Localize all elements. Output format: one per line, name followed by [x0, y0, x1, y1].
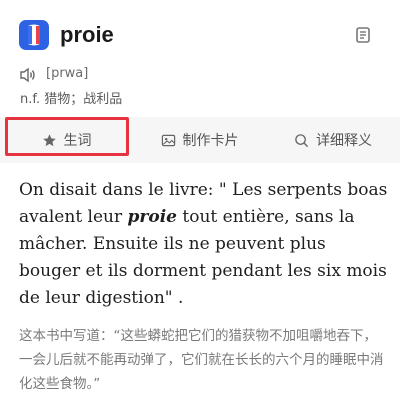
- tab-make-card-label: 制作卡片: [182, 133, 239, 149]
- example-translation: 这本书中写道：“这些蟒蛇把它们的猎获物不加咀嚼地吞下，一会儿后就不能再动弹了，它…: [19, 328, 384, 392]
- tab-detailed-definition[interactable]: 详细释义: [266, 117, 400, 163]
- definition-text: n.f. 猎物；战利品: [20, 92, 123, 107]
- tab-make-card[interactable]: 制作卡片: [133, 117, 266, 163]
- notes-icon[interactable]: [354, 26, 372, 44]
- word-header: proie [prwa] n.f. 猎物；战利品: [0, 0, 400, 112]
- image-card-icon: [161, 134, 175, 146]
- speaker-icon[interactable]: [19, 67, 37, 83]
- entry-word: proie: [60, 22, 114, 47]
- highlight-box: [5, 117, 129, 156]
- search-icon: [295, 133, 309, 147]
- tab-detailed-definition-label: 详细释义: [316, 133, 372, 149]
- app-logo-icon: [19, 20, 49, 50]
- phonetic-text: [prwa]: [46, 66, 89, 81]
- example-sentence: On disait dans le livre: " Les serpents …: [19, 177, 389, 312]
- example-keyword: proie: [127, 207, 178, 227]
